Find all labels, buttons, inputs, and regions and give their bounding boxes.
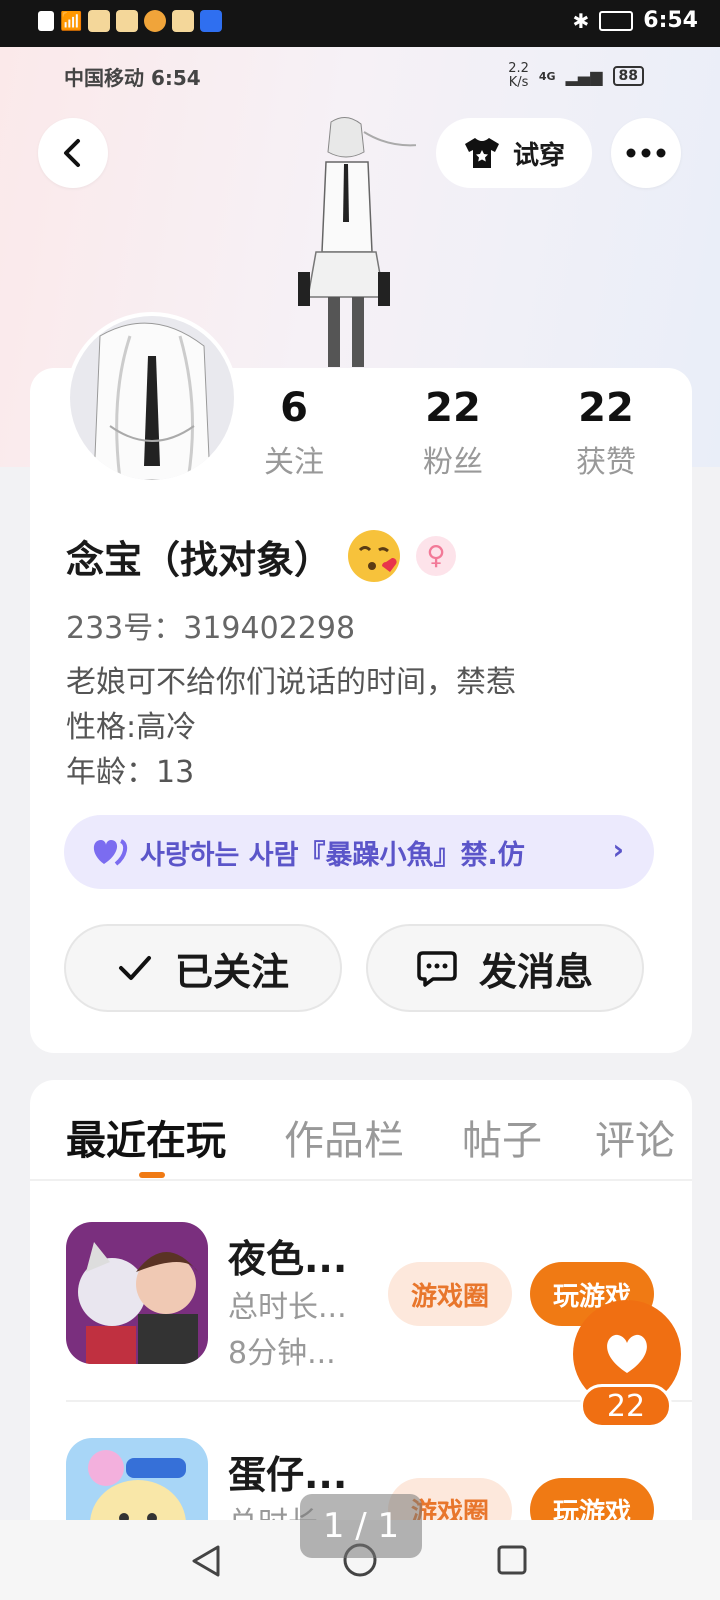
system-status-bar: 📶 ✱ 6:54 [0,0,720,47]
profile-avatar[interactable] [66,312,238,484]
back-button[interactable] [38,118,108,188]
avatar-image [70,316,234,480]
more-options-button[interactable] [611,118,681,188]
double-heart-icon [93,839,128,866]
tab-divider [30,1179,692,1181]
cp-text: 사랑하는 사람『暴躁小魚』禁.仿 [140,839,525,871]
game-duration-label: 总时长... [228,1290,347,1325]
app-notification-icon [144,10,167,32]
stat-value: 6 [280,385,308,431]
profile-bio: 老娘可不给你们说话的时间，禁惹 性格:高冷 年龄：13 [66,665,516,790]
stat-label: 获赞 [576,445,636,480]
nav-recents-icon[interactable] [496,1544,528,1576]
tab-works[interactable]: 作品栏 [284,1108,404,1166]
send-message-button[interactable]: 发消息 [366,924,644,1012]
app-notification-icon [88,10,111,32]
tab-posts[interactable]: 帖子 [462,1108,542,1166]
app-notification-icon [116,10,139,32]
more-dots-icon [626,148,666,158]
game-circle-button[interactable]: 游戏圈 [388,1262,512,1326]
profile-uid: 233号：319402298 [66,611,356,646]
page-indicator: 1 / 1 [300,1494,422,1558]
stat-followers[interactable]: 22 粉丝 [383,385,523,481]
followed-button[interactable]: 已关注 [64,924,342,1012]
app-notification-icon [200,10,223,32]
stat-label: 粉丝 [423,445,483,480]
app-notification-icon [172,10,195,32]
system-time: 6:54 [643,8,698,33]
stat-label: 关注 [264,445,324,480]
profile-name-row: 念宝（找对象） ♀ [66,528,457,584]
battery-icon [599,10,634,31]
stat-value: 22 [425,385,481,431]
game-duration-value: 8分钟... [228,1336,336,1371]
stat-value: 22 [578,385,634,431]
kiss-emoji-icon [348,530,401,582]
notification-icons: 📶 [38,10,223,32]
check-icon [118,956,151,980]
chevron-left-icon [64,139,80,167]
tab-comments[interactable]: 评论 [595,1108,675,1166]
bluetooth-icon: ✱ [572,8,590,33]
followed-label: 已关注 [174,949,289,994]
inner-status-right: 2.2 K/s 4G ▂▄▆ 88 [508,62,644,90]
signal-icon: ▂▄▆ [565,66,603,86]
cp-relationship-banner[interactable]: 사랑하는 사람『暴躁小魚』禁.仿 › [64,815,654,889]
speed-indicator: 2.2 K/s [508,61,529,90]
wifi-icon: 📶 [60,10,83,32]
stat-likes[interactable]: 22 获赞 [536,385,676,481]
alert-icon [38,11,54,31]
active-tab-indicator [139,1172,165,1178]
try-on-label: 试穿 [512,140,565,171]
system-status-right: ✱ 6:54 [573,8,699,33]
try-on-button[interactable]: 试穿 [436,118,592,188]
tab-recently-played[interactable]: 最近在玩 [66,1108,226,1166]
game-title: 夜色... [228,1237,348,1281]
inner-status-carrier-time: 中国移动 6:54 [64,66,201,90]
chevron-right-icon: › [612,833,624,866]
game-title: 蛋仔... [228,1453,348,1497]
stat-following[interactable]: 6 关注 [224,385,364,481]
heart-icon [607,1334,647,1373]
like-count: 22 [580,1384,672,1428]
avatar-character-figure [298,117,416,367]
nav-back-icon[interactable] [190,1544,222,1578]
send-message-label: 发消息 [478,949,593,994]
tshirt-icon [464,138,499,168]
network-type: 4G [538,69,556,83]
gender-female-icon: ♀ [416,536,457,576]
inner-battery: 88 [612,66,644,86]
game-icon [66,1222,208,1364]
chat-bubble-icon [417,951,457,987]
profile-name: 念宝（找对象） [66,537,333,582]
